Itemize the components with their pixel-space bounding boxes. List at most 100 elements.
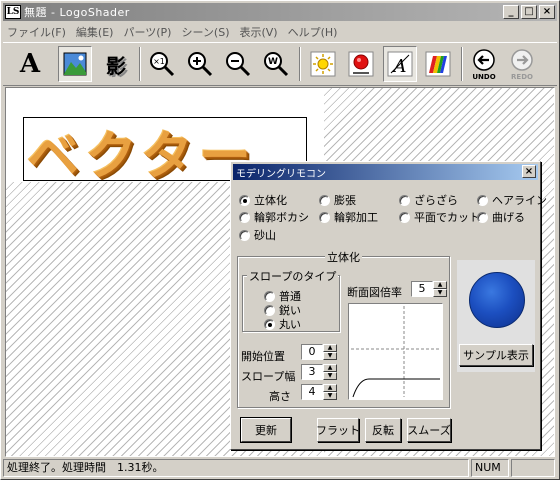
menu-view[interactable]: 表示(V) <box>239 24 277 40</box>
flat-button[interactable]: フラット <box>316 418 360 442</box>
update-button[interactable]: 更新 <box>240 417 292 443</box>
radio-dot <box>239 229 250 241</box>
spin-up-icon[interactable]: ▲ <box>323 384 337 392</box>
section-ratio-value[interactable]: 5 <box>411 281 433 297</box>
radio-label: ざらざら <box>414 194 458 207</box>
menu-parts[interactable]: パーツ(P) <box>123 24 171 40</box>
sphere-icon <box>348 51 374 77</box>
radio-dot <box>319 194 330 206</box>
minimize-button[interactable]: _ <box>503 5 519 19</box>
spin-down-icon[interactable]: ▼ <box>323 392 337 400</box>
zoom-in-icon <box>188 52 213 77</box>
radio-label: 立体化 <box>254 194 287 207</box>
window-title: 無題 - LogoShader <box>24 6 130 19</box>
light-button[interactable] <box>306 46 340 82</box>
modeling-icon: A <box>387 51 413 77</box>
radio-dot <box>264 318 275 330</box>
spin-up-icon[interactable]: ▲ <box>323 364 337 372</box>
landscape-icon <box>63 52 87 76</box>
text-icon: A <box>19 49 41 79</box>
mode-radio-hairline[interactable]: ヘアライン <box>477 192 547 208</box>
zoom-reset-glyph: ×1 <box>153 57 165 66</box>
start-position-value[interactable]: 0 <box>301 344 323 360</box>
spin-down-icon[interactable]: ▼ <box>323 352 337 360</box>
palette-icon <box>425 51 451 77</box>
logo-text: ベクター <box>27 127 257 187</box>
dialog-close-button[interactable]: × <box>522 165 536 178</box>
mode-radio-mageru[interactable]: 曲げる <box>477 209 525 225</box>
smooth-button[interactable]: スムーズ <box>407 418 451 442</box>
zoom-out-icon <box>226 52 251 77</box>
radio-dot <box>264 290 275 302</box>
shadow-tool-button[interactable]: 影 <box>99 46 133 82</box>
height-stepper[interactable]: 4 ▲ ▼ <box>301 384 337 400</box>
status-message: 処理終了。処理時間 1.31秒。 <box>3 459 469 477</box>
mode-radio-heimen-cut[interactable]: 平面でカット <box>399 209 480 225</box>
slope-width-label: スロープ幅 <box>241 370 296 383</box>
sample-sphere <box>469 272 525 328</box>
app-window: LS 無題 - LogoShader _ □ × ファイル(F) 編集(E) パ… <box>0 0 560 480</box>
status-pane-empty <box>511 459 555 477</box>
section-ratio-stepper[interactable]: 5 ▲ ▼ <box>411 281 447 297</box>
modeling-button[interactable]: A <box>383 46 417 82</box>
menu-bar: ファイル(F) 編集(E) パーツ(P) シーン(S) 表示(V) ヘルプ(H) <box>3 22 557 41</box>
dialog-title-bar[interactable]: モデリングリモコン × <box>233 164 538 180</box>
radio-dot <box>239 211 250 223</box>
material-button[interactable] <box>344 46 378 82</box>
redo-button[interactable]: REDO <box>505 46 539 82</box>
start-position-stepper[interactable]: 0 ▲ ▼ <box>301 344 337 360</box>
mode-radio-sunayama[interactable]: 砂山 <box>239 227 276 243</box>
spin-down-icon[interactable]: ▼ <box>433 289 447 297</box>
zoom-in-button[interactable] <box>183 46 217 82</box>
app-icon: LS <box>5 5 21 19</box>
slope-type-label: スロープのタイプ <box>247 268 339 284</box>
radio-label: 輪郭ボカシ <box>254 211 309 224</box>
radio-label: 砂山 <box>254 229 276 242</box>
text-tool-button[interactable]: A <box>13 46 47 82</box>
spin-up-icon[interactable]: ▲ <box>323 344 337 352</box>
menu-file[interactable]: ファイル(F) <box>7 24 66 40</box>
sun-icon <box>310 51 336 77</box>
zoom-reset-button[interactable]: ×1 <box>145 46 179 82</box>
menu-help[interactable]: ヘルプ(H) <box>288 24 338 40</box>
toolbar: A 影 ×1 W A UNDO REDO <box>3 42 557 86</box>
zoom-out-button[interactable] <box>221 46 255 82</box>
zoom-fit-glyph: W <box>268 57 278 67</box>
toolbar-separator <box>461 47 463 81</box>
undo-icon <box>473 49 495 71</box>
sample-display-button[interactable]: サンプル表示 <box>459 344 533 366</box>
maximize-button[interactable]: □ <box>521 5 537 19</box>
status-bar: 処理終了。処理時間 1.31秒。 NUM <box>3 459 557 477</box>
zoom-fit-button[interactable]: W <box>259 46 293 82</box>
spin-up-icon[interactable]: ▲ <box>433 281 447 289</box>
start-position-label: 開始位置 <box>241 350 285 363</box>
height-label: 高さ <box>269 390 291 403</box>
section-title: 立体化 <box>325 249 362 265</box>
menu-edit[interactable]: 編集(E) <box>76 24 114 40</box>
slope-width-stepper[interactable]: 3 ▲ ▼ <box>301 364 337 380</box>
radio-label: 丸い <box>279 318 301 331</box>
invert-button[interactable]: 反転 <box>365 418 401 442</box>
color-button[interactable] <box>421 46 455 82</box>
radio-label: 輪郭加工 <box>334 211 378 224</box>
section-ratio-label: 断面図倍率 <box>347 286 402 299</box>
menu-scene[interactable]: シーン(S) <box>181 24 229 40</box>
undo-button[interactable]: UNDO <box>467 46 501 82</box>
spin-down-icon[interactable]: ▼ <box>323 372 337 380</box>
title-bar[interactable]: LS 無題 - LogoShader _ □ × <box>3 3 557 21</box>
radio-dot <box>399 211 410 223</box>
mode-radio-zarazara[interactable]: ざらざら <box>399 192 458 208</box>
mode-radio-bochou[interactable]: 膨張 <box>319 192 356 208</box>
image-tool-button[interactable] <box>58 46 92 82</box>
radio-dot <box>477 194 488 206</box>
modeling-remote-dialog: モデリングリモコン × 立体化 膨張 ざらざら ヘアライン 輪郭ボカシ 輪郭加工… <box>230 161 547 450</box>
slope-width-value[interactable]: 3 <box>301 364 323 380</box>
mode-radio-rittaika[interactable]: 立体化 <box>239 192 287 208</box>
close-button[interactable]: × <box>539 5 555 19</box>
height-value[interactable]: 4 <box>301 384 323 400</box>
slope-radio-round[interactable]: 丸い <box>264 316 301 332</box>
redo-icon <box>511 49 533 71</box>
mode-radio-rinkaku-kakou[interactable]: 輪郭加工 <box>319 209 378 225</box>
undo-label: UNDO <box>472 73 496 81</box>
mode-radio-rinkaku-bokashi[interactable]: 輪郭ボカシ <box>239 209 309 225</box>
